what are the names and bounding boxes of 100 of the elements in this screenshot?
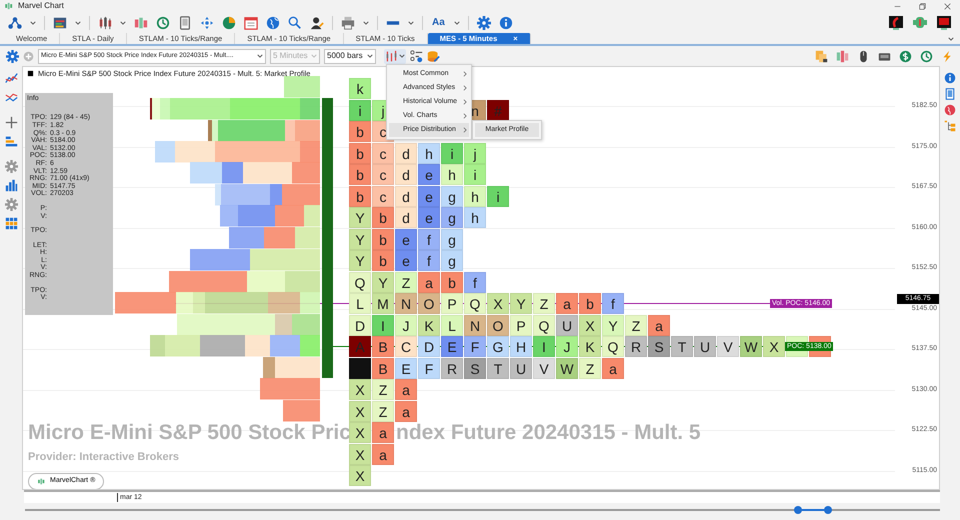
tpo-cell: e — [395, 250, 417, 271]
tpo-cell: R — [625, 336, 647, 357]
tpo-cell: U — [510, 358, 532, 378]
info-icon[interactable] — [498, 16, 513, 30]
caret-icon — [367, 54, 373, 58]
tpo-cell: O — [487, 314, 509, 336]
printer-icon[interactable] — [341, 16, 355, 30]
tpo-cell: I — [533, 336, 555, 357]
crosshair-icon[interactable] — [4, 116, 18, 129]
caret-icon[interactable] — [363, 20, 369, 24]
tpo-cell: C — [395, 336, 417, 357]
tpo-cell: d — [395, 186, 417, 206]
tpo-cell: D — [418, 336, 440, 357]
multi-line-icon[interactable] — [4, 91, 18, 104]
tablet-icon[interactable] — [178, 16, 192, 30]
dollar-icon[interactable] — [899, 50, 912, 62]
user-icon[interactable] — [310, 16, 324, 30]
history-icon[interactable] — [920, 50, 933, 62]
font-button[interactable]: Aa — [431, 16, 446, 30]
logo-icon — [37, 477, 46, 486]
caret-icon[interactable] — [75, 20, 81, 24]
caret-icon[interactable] — [120, 20, 126, 24]
settings-icon[interactable] — [4, 160, 18, 173]
tpo-cell: L — [441, 314, 463, 336]
close-icon[interactable] — [943, 2, 952, 10]
tpo-cell: e — [418, 164, 440, 185]
line-chart-icon[interactable] — [4, 72, 18, 85]
tpo-cell: g — [441, 207, 463, 228]
tpo-cell: i — [464, 164, 486, 185]
tpo-cell: T — [671, 336, 693, 357]
chart-style-button[interactable] — [384, 48, 406, 64]
tpo-cell: R — [441, 358, 463, 378]
globe-icon[interactable] — [944, 104, 956, 116]
settings-icon[interactable] — [4, 198, 18, 211]
documents-icon[interactable] — [815, 50, 828, 62]
tpo-cell: f — [602, 293, 624, 314]
tpo-cell: Y — [510, 293, 532, 314]
chart-style-icon — [385, 50, 398, 62]
tpo-cell: X — [349, 379, 371, 400]
tpo-cell: i — [349, 100, 371, 120]
caret-icon[interactable] — [408, 20, 414, 24]
tpo-cell: X — [763, 336, 785, 357]
tpo-cell: T — [487, 358, 509, 378]
tpo-cell: f — [418, 228, 440, 250]
app-icon[interactable] — [888, 14, 904, 30]
bar-chart-icon[interactable] — [134, 16, 148, 30]
bars-dropdown[interactable]: 5000 bars — [324, 48, 376, 64]
document-icon[interactable] — [944, 88, 956, 100]
indicator-settings-icon[interactable] — [410, 50, 423, 62]
settings-icon[interactable] — [476, 16, 491, 30]
sorted-bars-icon[interactable] — [4, 135, 18, 148]
tpo-cell: a — [372, 422, 394, 443]
panel-icon[interactable] — [53, 16, 67, 30]
caret-icon[interactable] — [30, 20, 36, 24]
caret-icon — [399, 54, 405, 58]
globe-icon[interactable] — [266, 16, 280, 30]
tpo-cell: K — [579, 336, 601, 357]
crosshair-icon[interactable] — [200, 16, 214, 30]
tpo-cell: U — [694, 336, 716, 357]
window-title: Marvel Chart — [18, 1, 64, 11]
tpo-cell: B — [372, 336, 394, 357]
search-icon[interactable] — [288, 16, 302, 30]
app-logo-icon — [4, 1, 14, 11]
tpo-cell: k — [349, 78, 371, 99]
tpo-cell: S — [464, 358, 486, 378]
grid-icon[interactable] — [4, 217, 18, 230]
network-icon[interactable] — [8, 16, 22, 30]
tpo-cell: c — [372, 164, 394, 185]
chart-title-overlay: Micro E-Mini S&P 500 Stock Pric — [28, 422, 351, 443]
bar-chart-icon[interactable] — [836, 50, 849, 62]
bar-chart-icon[interactable] — [4, 179, 18, 192]
app-icon[interactable] — [936, 14, 952, 30]
restore-icon[interactable] — [918, 2, 927, 10]
tpo-cell: a — [418, 272, 440, 292]
caret-icon[interactable] — [454, 20, 460, 24]
tpo-cell: H — [510, 336, 532, 357]
tpo-cell: b — [349, 121, 371, 142]
calendar-icon[interactable] — [244, 16, 258, 30]
range-handle[interactable] — [794, 506, 832, 514]
tpo-cell: E — [395, 358, 417, 378]
tpo-cell: O — [418, 293, 440, 314]
tpo-cell: A — [349, 336, 371, 357]
info-icon[interactable] — [944, 72, 956, 84]
tpo-cell: F — [464, 336, 486, 357]
database-edit-icon[interactable] — [427, 50, 440, 62]
tab-list-icon[interactable] — [948, 37, 954, 41]
tpo-cell: Y — [372, 272, 394, 292]
chevron-right-icon — [463, 99, 467, 105]
candlestick-icon[interactable] — [98, 16, 112, 30]
tpo-cell: Z — [579, 358, 601, 378]
settings-icon[interactable] — [6, 50, 19, 62]
pie-chart-icon[interactable] — [222, 16, 236, 30]
history-icon[interactable] — [156, 16, 170, 30]
tpo-cell: L — [349, 293, 371, 314]
tpo-cell: i — [441, 142, 463, 164]
tpo-cell: e — [418, 207, 440, 228]
tree-icon[interactable] — [944, 120, 956, 132]
tpo-cell: b — [349, 164, 371, 185]
tpo-cell: Y — [349, 228, 371, 250]
chevron-right-icon — [463, 71, 467, 77]
